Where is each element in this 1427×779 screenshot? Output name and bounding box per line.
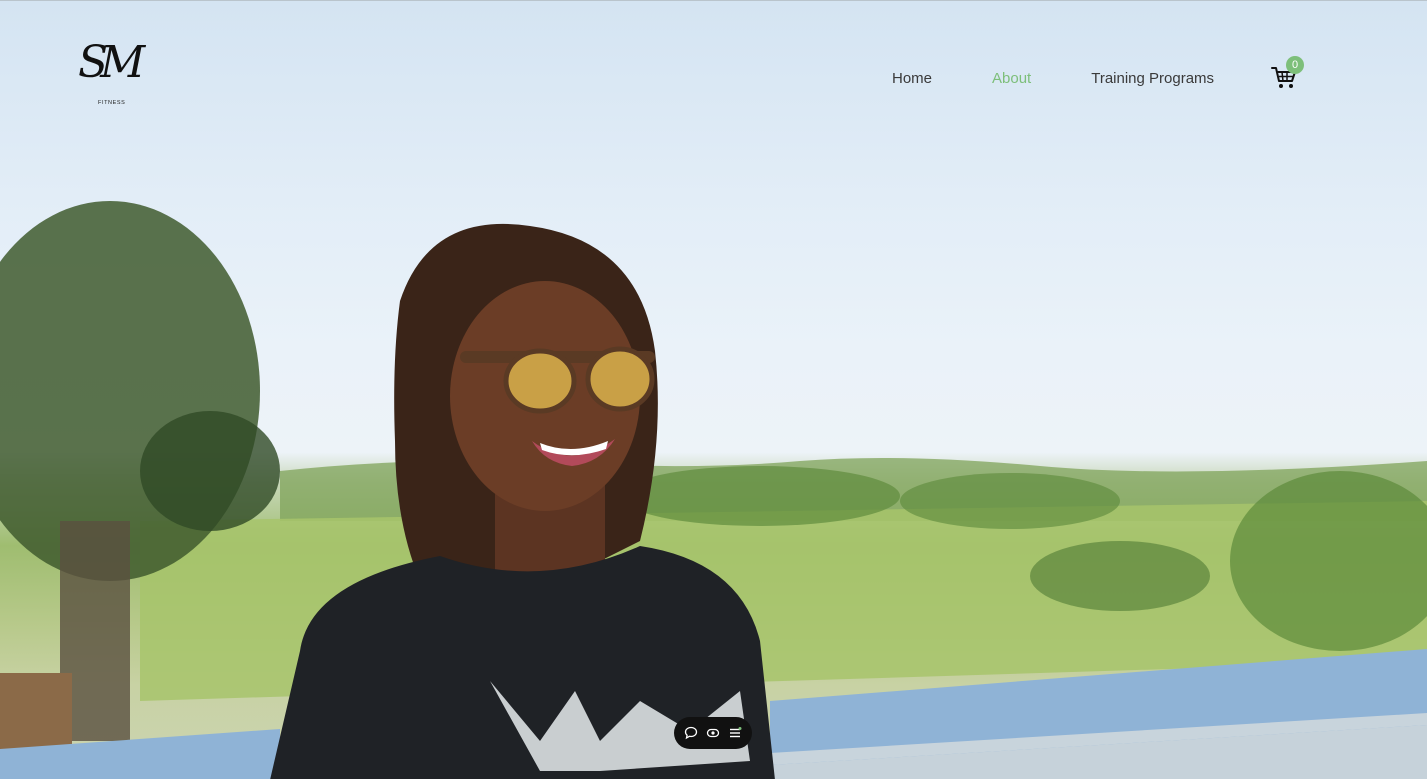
site-header: SM FITNESS Home About Training Programs … — [0, 1, 1427, 161]
main-nav: Home About Training Programs — [892, 70, 1214, 87]
preview-icon[interactable] — [704, 724, 722, 742]
nav-item-home[interactable]: Home — [892, 70, 932, 87]
nav-item-about[interactable]: About — [992, 70, 1031, 87]
page: SM FITNESS Home About Training Programs … — [0, 0, 1427, 779]
comment-icon[interactable] — [682, 724, 700, 742]
menu-icon[interactable] — [726, 724, 744, 742]
logo-subtitle: FITNESS — [98, 100, 126, 106]
nav-item-training-programs[interactable]: Training Programs — [1091, 70, 1214, 87]
cart-button[interactable]: 0 — [1270, 56, 1304, 93]
floating-toolbar — [674, 717, 752, 749]
site-logo[interactable]: SM FITNESS — [76, 41, 145, 109]
cart-count-badge: 0 — [1286, 56, 1304, 74]
logo-monogram: SM — [78, 37, 145, 88]
